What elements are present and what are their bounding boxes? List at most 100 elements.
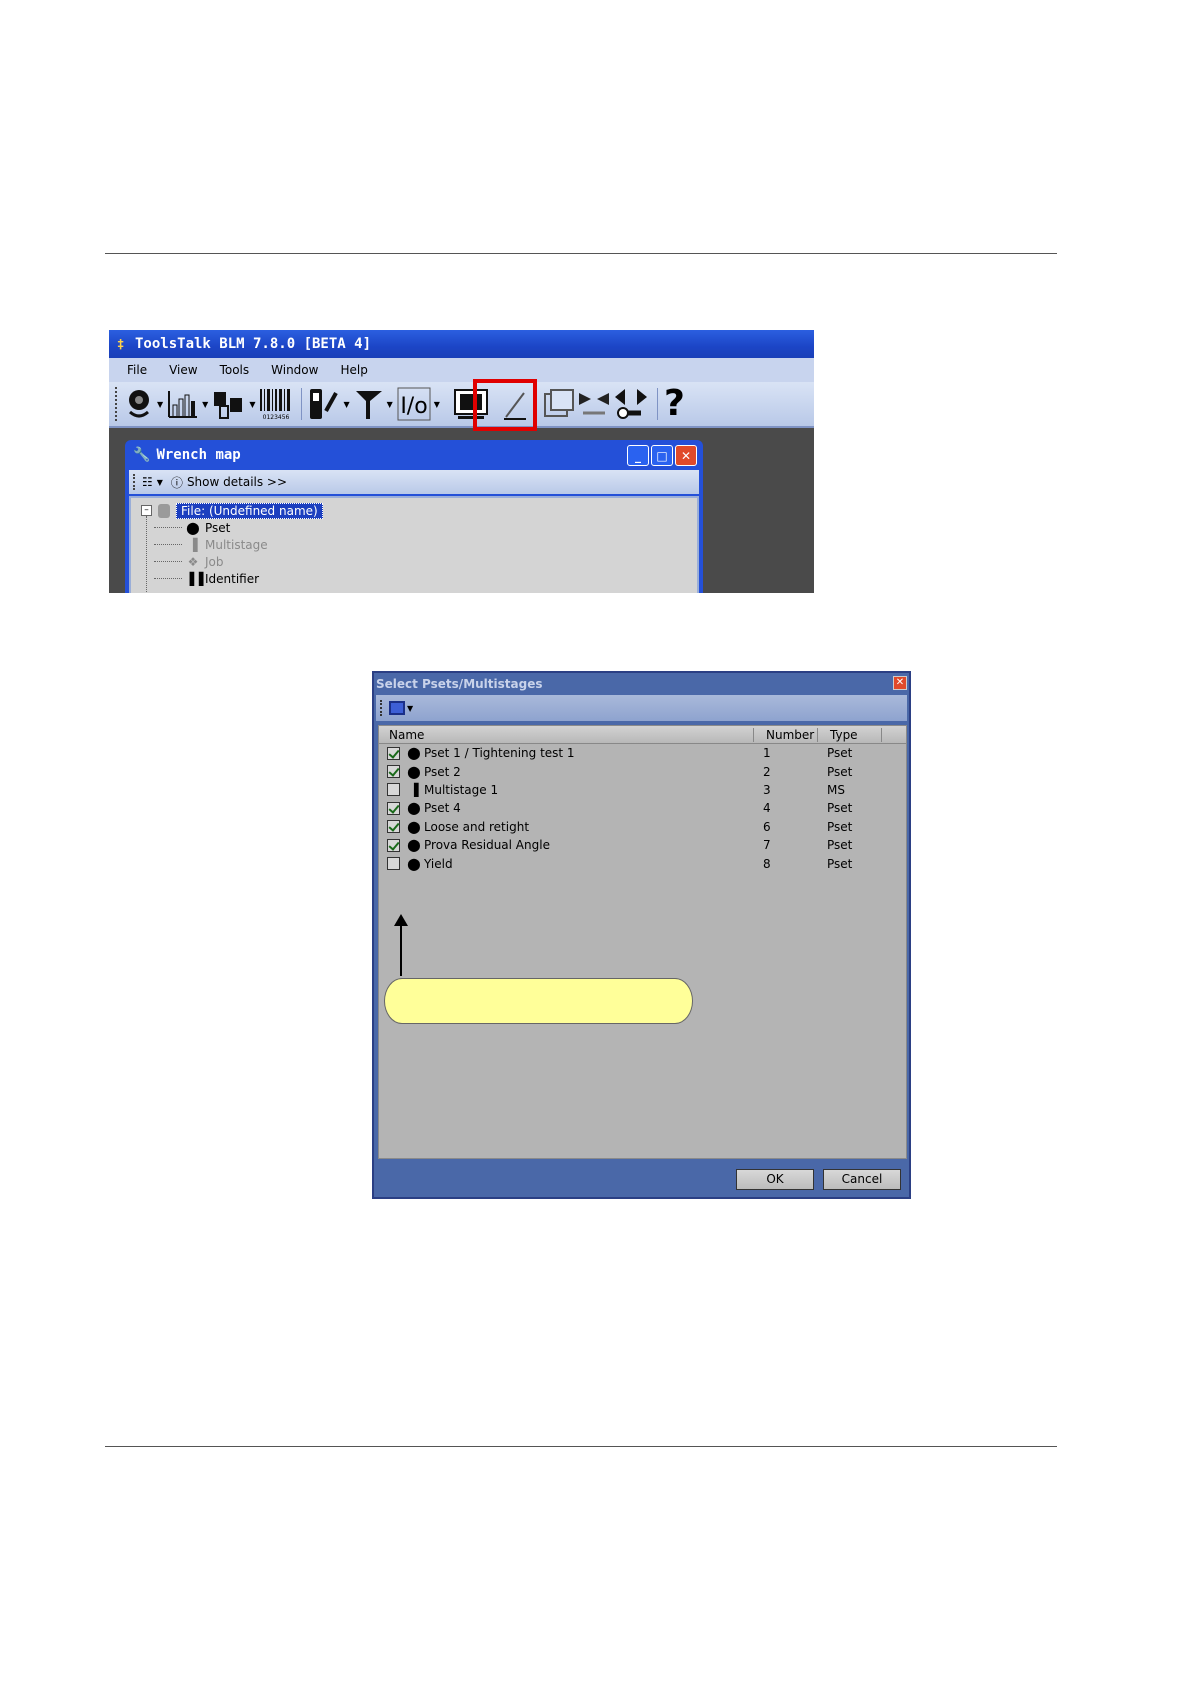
monitor-button-highlight [473,379,537,431]
list-item-type: Pset [827,856,853,871]
tree-root[interactable]: – File: (Undefined name) [141,502,697,519]
close-icon: ✕ [895,677,905,688]
toolbar-grip[interactable] [133,474,136,490]
dialog-title-bar[interactable]: Select Psets/Multistages [374,673,909,695]
list-item-name-cell: ⬤ Pset 1 / Tightening test 1 [379,746,754,760]
list-item-name-cell: ⬤ Yield [379,857,754,871]
folder-button[interactable] [543,385,575,423]
list-item-number: 3 [763,782,771,797]
pset-icon: ⬤ [407,819,421,834]
row-checkbox[interactable] [387,783,400,797]
io-label: I/o [400,394,427,419]
help-button[interactable]: ? [664,385,685,423]
list-item-name: Multistage 1 [424,782,499,797]
multistage-button[interactable] [167,385,199,423]
dialog-toolbar: ▼ [376,695,907,721]
toolbar-separator [656,388,658,420]
pset-icon: ⬤ [407,764,421,779]
main-toolbar: ▼ ▼ ▼ 0123456 ▼ ▼ I/o ▼ ? [109,382,814,428]
toolstalk-window: ‡ ToolsTalk BLM 7.8.0 [BETA 4] File View… [109,330,814,593]
list-item[interactable]: ⬤ Yield 8 Pset [379,854,906,872]
list-header: Name Number Type [379,726,906,744]
pset-button[interactable] [124,385,154,423]
barcode-caption: 0123456 [263,414,290,421]
row-checkbox[interactable] [387,765,400,779]
wrench-icon: 🔧 [133,447,151,463]
tree-item-multistage[interactable]: ▐ Multistage [141,536,697,553]
info-icon: ⓘ [170,475,183,490]
callout-arrow [400,924,402,976]
list-item-number: 6 [763,819,771,834]
select-psets-dialog: Select Psets/Multistages ✕ ▼ Name Number… [372,671,911,1199]
column-header-name[interactable]: Name [379,727,754,742]
maximize-button[interactable]: □ [651,445,673,466]
barcode-icon: 0123456 [260,389,291,421]
window-title-bar[interactable]: ‡ ToolsTalk BLM 7.8.0 [BETA 4] [109,330,814,358]
tool-icon [355,391,382,419]
compare-button[interactable] [577,385,611,423]
window-controls: _ □ ✕ [627,445,697,466]
dialog-close-button[interactable]: ✕ [893,676,907,690]
row-checkbox[interactable] [387,820,400,834]
list-item[interactable]: ⬤ Prova Residual Angle 7 Pset [379,836,906,854]
list-item-type: Pset [827,746,853,761]
multistage-icon [168,391,198,418]
tree-item-job[interactable]: ❖ Job [141,553,697,570]
folder-icon [543,389,574,417]
cancel-button[interactable]: Cancel [823,1169,901,1190]
list-item[interactable]: ▐ Multistage 1 3 MS [379,781,906,799]
chevron-down-icon[interactable]: ▼ [407,704,413,713]
tool-dropdown[interactable]: ▼ [387,400,393,409]
tree-item-pset[interactable]: ⬤ Pset [141,519,697,536]
tree-view-icon[interactable]: ☷ [142,475,153,489]
tree-item-label: Multistage [205,537,268,552]
job-icon [214,392,243,419]
app-icon: ‡ [117,337,125,351]
column-header-number[interactable]: Number [754,727,818,742]
list-item-type: Pset [827,819,853,834]
show-details-button[interactable]: Show details >> [187,475,287,489]
menu-help[interactable]: Help [340,363,367,377]
row-checkbox[interactable] [387,838,400,852]
pset-icon: ⬤ [186,520,200,535]
close-button[interactable]: ✕ [675,445,697,466]
pset-icon [129,390,149,418]
column-header-type[interactable]: Type [818,727,882,742]
job-dropdown[interactable]: ▼ [249,400,255,409]
row-checkbox[interactable] [387,801,400,815]
list-item-type: MS [827,782,845,797]
toolbar-grip[interactable] [115,387,118,421]
toolbar-grip[interactable] [380,700,383,716]
controller-button[interactable] [308,385,340,423]
menu-view[interactable]: View [169,363,197,377]
pset-icon: ⬤ [407,746,421,761]
list-item[interactable]: ⬤ Pset 4 4 Pset [379,799,906,817]
menu-file[interactable]: File [127,363,147,377]
io-dropdown[interactable]: ▼ [434,400,440,409]
list-item[interactable]: ⬤ Loose and retight 6 Pset [379,818,906,836]
row-checkbox[interactable] [387,746,400,760]
identifier-button[interactable]: 0123456 [259,385,293,423]
wrench-map-title-bar[interactable]: 🔧 Wrench map [125,440,703,470]
row-checkbox[interactable] [387,857,400,871]
pset-dropdown[interactable]: ▼ [157,400,163,409]
menu-tools[interactable]: Tools [220,363,250,377]
chevron-down-icon[interactable]: ▼ [157,478,163,487]
list-item[interactable]: ⬤ Pset 2 2 Pset [379,762,906,780]
minimize-button[interactable]: _ [627,445,649,466]
collapse-icon[interactable]: – [141,505,152,516]
tree-item-label: Pset [205,520,231,535]
tree-item-identifier[interactable]: ▐▐ Identifier [141,570,697,587]
view-mode-icon[interactable] [389,701,405,715]
tool-button[interactable] [354,385,384,423]
ok-button[interactable]: OK [736,1169,814,1190]
list-item[interactable]: ⬤ Pset 1 / Tightening test 1 1 Pset [379,744,906,762]
menu-window[interactable]: Window [271,363,318,377]
connect-button[interactable] [613,385,649,423]
footer-rule [105,1446,1057,1447]
job-button[interactable] [212,385,246,423]
multistage-dropdown[interactable]: ▼ [202,400,208,409]
io-button[interactable]: I/o [397,385,431,423]
list-item-type: Pset [827,838,853,853]
controller-dropdown[interactable]: ▼ [343,400,349,409]
